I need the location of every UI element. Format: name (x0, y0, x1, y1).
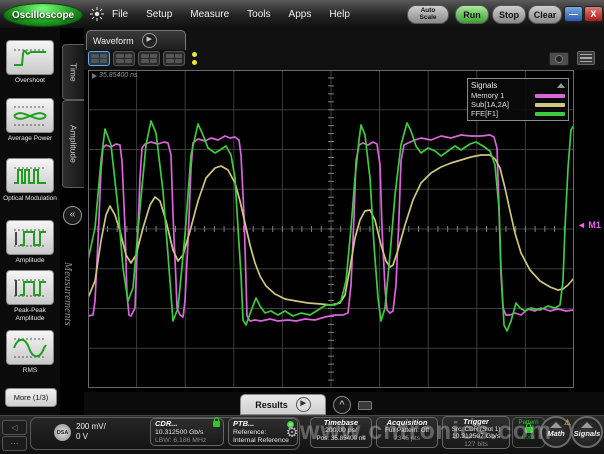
channel-scale-offset: 200 mV/ 0 V (76, 422, 106, 441)
menu-setup[interactable]: Setup (146, 9, 172, 20)
menu-apps[interactable]: Apps (289, 9, 312, 20)
rms-icon (6, 330, 54, 365)
acquisition-pattern: Full Pattern: Off (381, 427, 433, 435)
plot-menu-icon[interactable] (577, 51, 595, 65)
acquisition-panel[interactable]: Acquisition Full Pattern: Off 2345 pts (376, 417, 438, 448)
menu-tools[interactable]: Tools (247, 9, 270, 20)
layout-stacked-button[interactable] (138, 51, 160, 66)
legend-title: Signals (471, 81, 497, 90)
sidebar-item-overshoot[interactable]: Overshoot (0, 40, 60, 85)
acquisition-points: 2345 pts (381, 435, 433, 443)
sidebar-item-optical-modulation[interactable]: Optical Modulation (0, 158, 60, 203)
collapse-sidebar-icon[interactable]: « (63, 206, 82, 225)
expand-results-icon[interactable]: ^ (333, 396, 351, 414)
run-button[interactable]: Run (455, 5, 489, 24)
legend-row-memory1: Memory 1 (471, 91, 565, 100)
tab-results[interactable]: Results ▶ (240, 394, 326, 415)
trigger-rate: 10.312507 Gb/s (447, 433, 505, 441)
cdr-lock-icon (213, 421, 220, 427)
optical-modulation-icon (6, 158, 54, 193)
scroll-left-tab[interactable]: ◁ (2, 420, 27, 435)
channel-scale: 200 mV/ (76, 422, 106, 432)
oscilloscope-app: { "window": {"app_title": "Oscilloscope"… (0, 0, 604, 453)
settings-sun-icon[interactable] (90, 7, 104, 21)
cdr-panel[interactable]: CDR... 10.312500 Gb/s LBW: 6.186 MHz (150, 418, 224, 446)
legend-collapse-icon[interactable] (557, 83, 565, 88)
waveform-plot[interactable]: 35.85400 ns Signals Memory 1 Sub[1A,2A] … (88, 70, 574, 388)
signals-button[interactable]: Signals (571, 416, 603, 448)
signals-waveform-icon (581, 422, 593, 428)
average-power-icon (6, 98, 54, 133)
menu-measure[interactable]: Measure (190, 9, 229, 20)
math-warning-icon: ⚠ (564, 418, 571, 427)
results-tab-menu-icon[interactable]: ▶ (296, 397, 311, 412)
trigger-bits: 127 bits (447, 441, 505, 449)
minimize-panel-icon[interactable] (358, 401, 372, 410)
memory1-color-swatch (535, 94, 565, 98)
menu-file[interactable]: File (112, 9, 128, 20)
status-dot-2 (192, 60, 197, 65)
cdr-rate: 10.312500 Gb/s (155, 429, 219, 437)
math-button[interactable]: ⚠ Math (540, 416, 572, 448)
trigger-panel[interactable]: Trigger Src: CDR (Slot 1) 10.312507 Gb/s… (442, 416, 510, 449)
stop-button[interactable]: Stop (492, 5, 526, 24)
overshoot-icon (6, 40, 54, 75)
dsa-badge: DSA (54, 424, 71, 441)
legend-row-ffe: FFE[F1] (471, 109, 565, 118)
timebase-position: Pos: 35.85400 ns (315, 435, 367, 443)
timebase-panel[interactable]: Timebase 200.00 ps/ Pos: 35.85400 ns (310, 417, 372, 448)
tab-waveform[interactable]: Waveform ▶ (86, 30, 186, 50)
timebase-position-flag: 35.85400 ns (92, 72, 138, 79)
sidebar-item-average-power[interactable]: Average Power (0, 98, 60, 143)
sidebar-item-peak-peak-amplitude[interactable]: Peak-Peak Amplitude (0, 270, 60, 322)
peak-peak-amplitude-icon (6, 270, 54, 305)
amplitude-icon (6, 220, 54, 255)
legend-row-sub: Sub[1A,2A] (471, 100, 565, 109)
status-dot-1 (192, 52, 197, 57)
pattern-lock-icon (525, 427, 533, 433)
menu-bar: Oscilloscope File Setup Measure Tools Ap… (0, 0, 604, 29)
measurements-panel-title: Measurements (62, 262, 74, 402)
cdr-lbw: LBW: 6.186 MHz (155, 437, 219, 445)
waveform-tab-menu-icon[interactable]: ▶ (142, 33, 157, 48)
layout-quad-button[interactable] (113, 51, 135, 66)
layout-mixed-button[interactable] (163, 51, 185, 66)
screenshot-camera-icon[interactable] (549, 52, 569, 66)
clear-button[interactable]: Clear (528, 5, 562, 24)
channel-offset: 0 V (76, 432, 106, 442)
sidebar-item-amplitude[interactable]: Amplitude (0, 220, 60, 265)
trigger-source: Src: CDR (Slot 1) (447, 426, 505, 434)
minimize-button[interactable]: — (564, 6, 583, 22)
app-logo: Oscilloscope (3, 3, 83, 27)
settings-gear-icon[interactable]: ⚙ (283, 419, 301, 445)
tab-amplitude[interactable]: Amplitude (62, 100, 84, 188)
more-measurements-button[interactable]: More (1/3) (5, 388, 57, 407)
channel-list-tab[interactable]: ⋯ (2, 436, 27, 451)
math-waveform-icon (550, 422, 562, 428)
auto-scale-button[interactable]: Auto Scale (407, 5, 449, 24)
marker-m1[interactable]: ◄ M1 (577, 220, 601, 230)
close-button[interactable]: X (584, 6, 603, 22)
menu-help[interactable]: Help (329, 9, 350, 20)
tab-time[interactable]: Time (62, 44, 84, 100)
sub-color-swatch (535, 103, 565, 107)
signals-legend[interactable]: Signals Memory 1 Sub[1A,2A] FFE[F1] (467, 78, 569, 121)
ffe-color-swatch (535, 112, 565, 116)
timebase-scale: 200.00 ps/ (315, 427, 367, 435)
sidebar-item-rms[interactable]: RMS (0, 330, 60, 375)
layout-single-button[interactable] (88, 51, 110, 66)
measurements-sidebar: Overshoot Average Power Optical Modulati… (0, 28, 60, 415)
menu-items: File Setup Measure Tools Apps Help (112, 0, 350, 28)
